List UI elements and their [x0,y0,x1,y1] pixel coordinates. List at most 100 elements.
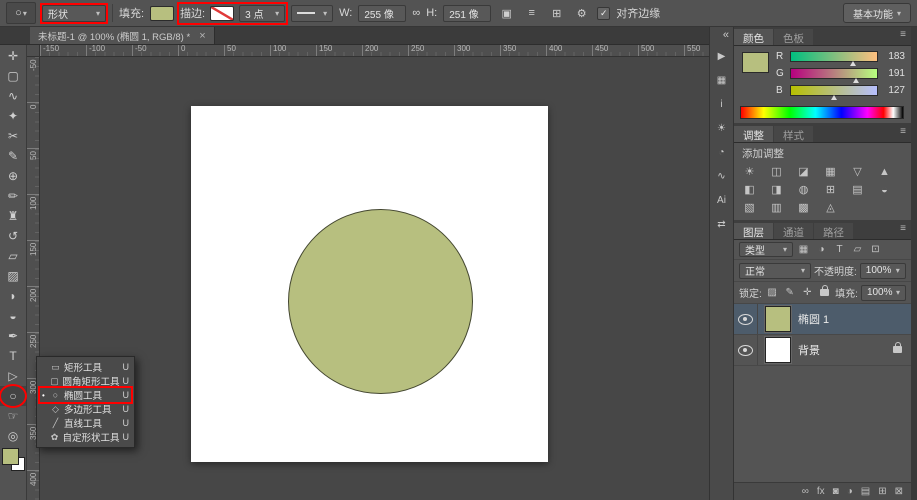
tab-color[interactable]: 颜色 [734,29,773,45]
filter-type-layers-icon[interactable]: T [832,243,847,257]
move-tool[interactable]: ✛ [0,46,26,66]
gradient-tool[interactable]: ▨ [0,266,26,286]
tab-styles[interactable]: 样式 [774,126,813,142]
layer-row[interactable]: 椭圆 1 [734,304,911,335]
tool-preset-button[interactable]: ○ ▾ [6,2,36,24]
new-group-icon[interactable]: ▤ [861,487,870,497]
stroke-color-swatch[interactable] [210,6,234,21]
clone-stamp-tool[interactable]: ♜ [0,206,26,226]
panel-menu-icon[interactable]: ≡ [900,223,906,234]
tab-layers[interactable]: 图层 [734,223,773,239]
filter-pixel-layers-icon[interactable]: ▦ [796,243,811,257]
delete-layer-icon[interactable]: ⊠ [895,487,903,497]
slider-thumb[interactable] [850,61,856,66]
tab-adjustments[interactable]: 调整 [734,126,773,142]
photo-filter-icon[interactable]: ◍ [794,181,813,198]
path-alignment-icon[interactable]: ≡ [522,4,541,22]
brush-panel-icon[interactable]: ▦ [712,72,731,89]
brightness-contrast-icon[interactable]: ☀ [740,163,759,180]
rectangular-marquee-tool[interactable]: ▢ [0,66,26,86]
tab-swatches[interactable]: 色板 [774,29,813,45]
document-tab[interactable]: 未标题-1 @ 100% (椭圆 1, RGB/8) * × [30,27,215,44]
lock-transparency-icon[interactable]: ▨ [765,286,780,300]
lock-position-icon[interactable]: ✛ [800,286,815,300]
invert-icon[interactable]: ◒ [875,181,894,198]
layer-fill-dropdown[interactable]: 100% ▾ [861,285,906,301]
rectangle-tool-item[interactable]: • ▭ 矩形工具 U [37,360,134,374]
panel-menu-icon[interactable]: ≡ [900,126,906,137]
link-layers-icon[interactable]: ∞ [802,487,809,497]
layer-name[interactable]: 椭圆 1 [798,311,893,327]
info-panel-icon[interactable]: i [712,96,731,113]
pen-tool[interactable]: ✒ [0,326,26,346]
shape-width-field[interactable]: 255 像 [358,5,406,22]
ellipse-tool-item[interactable]: • ○ 椭圆工具 U [37,388,134,402]
selective-color-icon[interactable]: ◬ [821,199,840,216]
adjustment-layer-icon[interactable]: ◑ [847,487,853,497]
color-lookup-icon[interactable]: ▤ [848,181,867,198]
adjustments-dock-icon[interactable]: ☀ [712,120,731,137]
workspace-switcher-button[interactable]: 基本功能 ▾ [843,3,911,23]
color-spectrum-ramp[interactable] [740,106,904,119]
panel-menu-icon[interactable]: ≡ [900,29,906,40]
blur-tool[interactable]: ◗ [0,286,26,306]
crop-tool[interactable]: ✂ [0,126,26,146]
rounded-rectangle-tool-item[interactable]: • ▢ 圆角矩形工具 U [37,374,134,388]
layer-thumbnail[interactable] [765,306,791,332]
layer-style-icon[interactable]: fx [817,487,825,497]
path-selection-tool[interactable]: ▷ [0,366,26,386]
document-canvas[interactable] [191,106,548,462]
foreground-color-swatch[interactable] [2,448,19,465]
polygon-tool-item[interactable]: • ◇ 多边形工具 U [37,402,134,416]
curves-icon[interactable]: ◪ [794,163,813,180]
gear-icon[interactable]: ⚙ [572,4,591,22]
close-icon[interactable]: × [199,30,205,42]
current-color-swatch[interactable] [742,52,769,73]
filter-smart-objects-icon[interactable]: ⊡ [868,243,883,257]
brush-tool[interactable]: ✏ [0,186,26,206]
hand-tool[interactable]: ☞ [0,406,26,426]
lock-pixels-icon[interactable]: ✎ [782,286,797,300]
threshold-icon[interactable]: ▥ [767,199,786,216]
opacity-dropdown[interactable]: 100% ▾ [860,263,906,279]
blend-mode-dropdown[interactable]: 正常 ▾ [739,263,811,279]
black-white-icon[interactable]: ◨ [767,181,786,198]
path-arrangement-icon[interactable]: ⊞ [547,4,566,22]
channel-slider[interactable] [790,85,878,96]
histogram-panel-icon[interactable]: ◔ [712,144,731,161]
eraser-tool[interactable]: ▱ [0,246,26,266]
history-brush-tool[interactable]: ↺ [0,226,26,246]
posterize-icon[interactable]: ▧ [740,199,759,216]
channel-slider[interactable] [790,68,878,79]
exposure-icon[interactable]: ▦ [821,163,840,180]
lock-all-icon[interactable] [818,286,833,300]
hue-saturation-icon[interactable]: ▲ [875,163,894,180]
layer-mask-icon[interactable]: ◙ [833,487,839,497]
slider-thumb[interactable] [853,78,859,83]
filter-adjustment-layers-icon[interactable]: ◑ [814,243,829,257]
arrows-panel-icon[interactable]: ⇄ [712,216,731,233]
color-balance-icon[interactable]: ◧ [740,181,759,198]
path-operations-icon[interactable]: ▣ [497,4,516,22]
tool-mode-dropdown[interactable]: 形状 ▾ [42,5,106,22]
stroke-style-dropdown[interactable]: ▾ [291,5,333,22]
link-dimensions-icon[interactable]: ∞ [412,7,420,19]
channel-mixer-icon[interactable]: ⊞ [821,181,840,198]
tab-paths[interactable]: 路径 [814,223,853,239]
layer-visibility-toggle[interactable] [734,304,758,334]
actions-panel-icon[interactable]: ▶ [712,48,731,65]
ellipse-shape-tool[interactable]: ○ [0,386,26,406]
layer-row[interactable]: 背景 [734,335,911,366]
ellipse-shape[interactable] [288,209,473,394]
levels-icon[interactable]: ◫ [767,163,786,180]
line-tool-item[interactable]: • ╱ 直线工具 U [37,416,134,430]
fill-color-swatch[interactable] [150,6,174,21]
align-edges-checkbox[interactable]: ✓ [597,7,610,20]
dodge-tool[interactable]: ◒ [0,306,26,326]
new-layer-icon[interactable]: ⊞ [878,487,886,497]
ai-panel-icon[interactable]: Ai [712,192,731,209]
stroke-width-dropdown[interactable]: 3 点 ▾ [239,5,285,22]
vibrance-icon[interactable]: ▽ [848,163,867,180]
lasso-tool[interactable]: ∿ [0,86,26,106]
layer-visibility-toggle[interactable] [734,335,758,365]
